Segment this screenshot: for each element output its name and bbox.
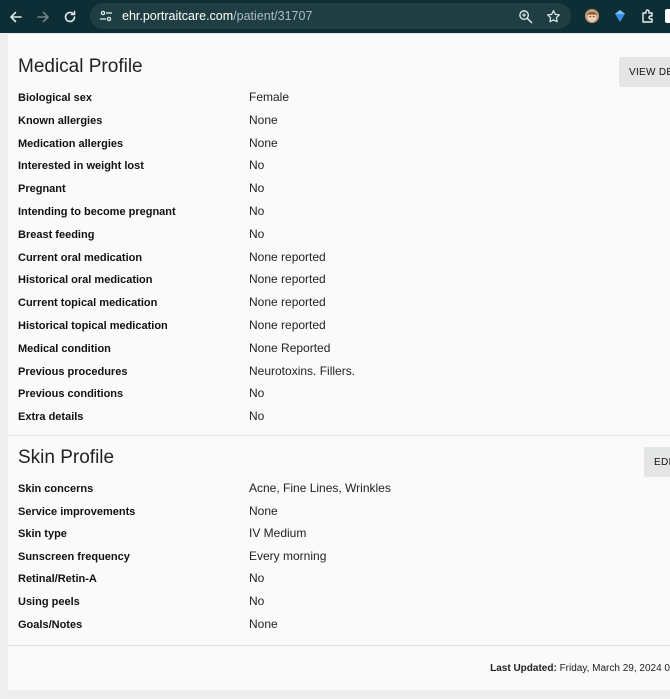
field-value: Every morning: [249, 548, 327, 563]
field-label: Skin type: [18, 528, 67, 541]
bookmark-star-icon[interactable]: [543, 6, 563, 26]
field-label: Biological sex: [18, 92, 92, 104]
profile-row: Historical topical medication None report…: [18, 316, 658, 338]
field-value: None: [249, 112, 278, 127]
field-value: No: [249, 181, 265, 196]
field-value: None reported: [249, 318, 326, 332]
profile-row: Biological sex Female: [18, 88, 658, 110]
url-path: /patient/31707: [233, 9, 313, 23]
profile-row: Pregnant No: [18, 179, 658, 201]
field-label: Historical oral medication: [18, 274, 153, 287]
profile-row: Service improvements None: [18, 502, 658, 524]
profile-row: Historical oral medication None reported: [18, 270, 658, 292]
back-icon[interactable]: [5, 6, 27, 28]
last-updated-value: Friday, March 29, 2024 0: [559, 663, 670, 674]
browser-toolbar: ehr.portraitcare.com/patient/31707: [0, 0, 670, 33]
field-value: None: [249, 135, 278, 150]
field-label: Historical topical medication: [18, 320, 168, 332]
field-value: None reported: [249, 272, 326, 287]
profile-row: Skin type IV Medium: [18, 524, 658, 546]
field-label: Interested in weight lost: [18, 160, 144, 173]
section-divider: [8, 435, 670, 436]
field-label: Sunscreen frequency: [18, 550, 130, 563]
extension-gem-icon[interactable]: [609, 5, 631, 27]
view-details-button[interactable]: VIEW DETAILS: [619, 57, 670, 87]
field-label: Previous procedures: [18, 365, 128, 378]
field-label: Breast feeding: [18, 228, 95, 241]
field-label: Current topical medication: [18, 297, 158, 310]
field-value: None reported: [249, 295, 326, 310]
patient-profile-card: Medical Profile VIEW DETAILS Biological …: [8, 33, 670, 690]
field-label: Retinal/Retin-A: [18, 573, 97, 586]
profile-row: Previous conditions No: [18, 384, 658, 406]
field-value: None: [249, 503, 278, 518]
profile-row: Extra details No: [18, 407, 658, 429]
field-label: Service improvements: [18, 505, 136, 518]
field-value: No: [249, 226, 265, 241]
address-bar[interactable]: ehr.portraitcare.com/patient/31707: [90, 3, 571, 29]
page-content: Medical Profile VIEW DETAILS Biological …: [0, 33, 670, 699]
field-label: Medical condition: [18, 342, 111, 355]
forward-icon[interactable]: [32, 6, 54, 28]
field-value: No: [249, 594, 265, 608]
skin-profile-title: Skin Profile: [18, 447, 115, 468]
field-value: No: [249, 158, 265, 173]
field-value: IV Medium: [249, 526, 307, 541]
field-value: No: [249, 409, 265, 424]
profile-row: Medication allergies None: [18, 134, 658, 156]
site-info-icon[interactable]: [96, 6, 116, 26]
profile-row: Interested in weight lost No: [18, 156, 658, 178]
profile-row: Using peels No: [18, 592, 658, 614]
last-updated-label: Last Updated:: [490, 663, 557, 674]
field-value: None reported: [249, 249, 326, 264]
profile-row: Previous procedures Neurotoxins. Fillers.: [18, 362, 658, 384]
profile-row: Retinal/Retin-A No: [18, 569, 658, 591]
zoom-icon[interactable]: [515, 6, 535, 26]
profile-row: Skin concerns Acne, Fine Lines, Wrinkles: [18, 479, 658, 501]
field-label: Skin concerns: [18, 483, 94, 495]
profile-row: Current topical medication None reported: [18, 293, 658, 315]
extensions-puzzle-icon[interactable]: [637, 5, 659, 27]
field-label: Medication allergies: [18, 137, 124, 150]
edit-skin-profile-button[interactable]: EDIT: [644, 447, 670, 477]
field-value: Acne, Fine Lines, Wrinkles: [249, 481, 391, 495]
field-label: Goals/Notes: [18, 618, 83, 631]
field-value: None Reported: [249, 340, 331, 355]
url-text[interactable]: ehr.portraitcare.com/patient/31707: [122, 9, 312, 23]
profile-row: Sunscreen frequency Every morning: [18, 547, 658, 569]
field-label: Extra details: [18, 411, 84, 424]
medical-profile-title: Medical Profile: [18, 56, 143, 77]
field-label: Current oral medication: [18, 251, 143, 264]
field-value: Neurotoxins. Fillers.: [249, 363, 356, 378]
footer-divider: [8, 645, 670, 646]
field-value: No: [249, 571, 265, 586]
field-value: No: [249, 386, 265, 401]
profile-row: Breast feeding No: [18, 225, 658, 247]
url-host: ehr.portraitcare.com: [122, 9, 234, 23]
profile-row: Intending to become pregnant No: [18, 202, 658, 224]
field-label: Known allergies: [18, 114, 103, 127]
field-value: Female: [249, 90, 290, 104]
field-value: None: [249, 616, 278, 631]
profile-row: Medical condition None Reported: [18, 339, 658, 361]
profile-edge[interactable]: [665, 9, 670, 23]
profile-row: Known allergies None: [18, 111, 658, 133]
field-label: Previous conditions: [18, 388, 124, 401]
field-label: Using peels: [18, 596, 80, 608]
profile-row: Current oral medication None reported: [18, 248, 658, 270]
profile-row: Goals/Notes None: [18, 615, 658, 637]
last-updated: Last Updated: Friday, March 29, 2024 0: [490, 663, 670, 674]
reload-icon[interactable]: [59, 6, 81, 28]
field-value: No: [249, 204, 265, 218]
field-label: Pregnant: [18, 183, 66, 196]
field-label: Intending to become pregnant: [18, 206, 176, 218]
extension-avatar-icon[interactable]: [581, 5, 603, 27]
